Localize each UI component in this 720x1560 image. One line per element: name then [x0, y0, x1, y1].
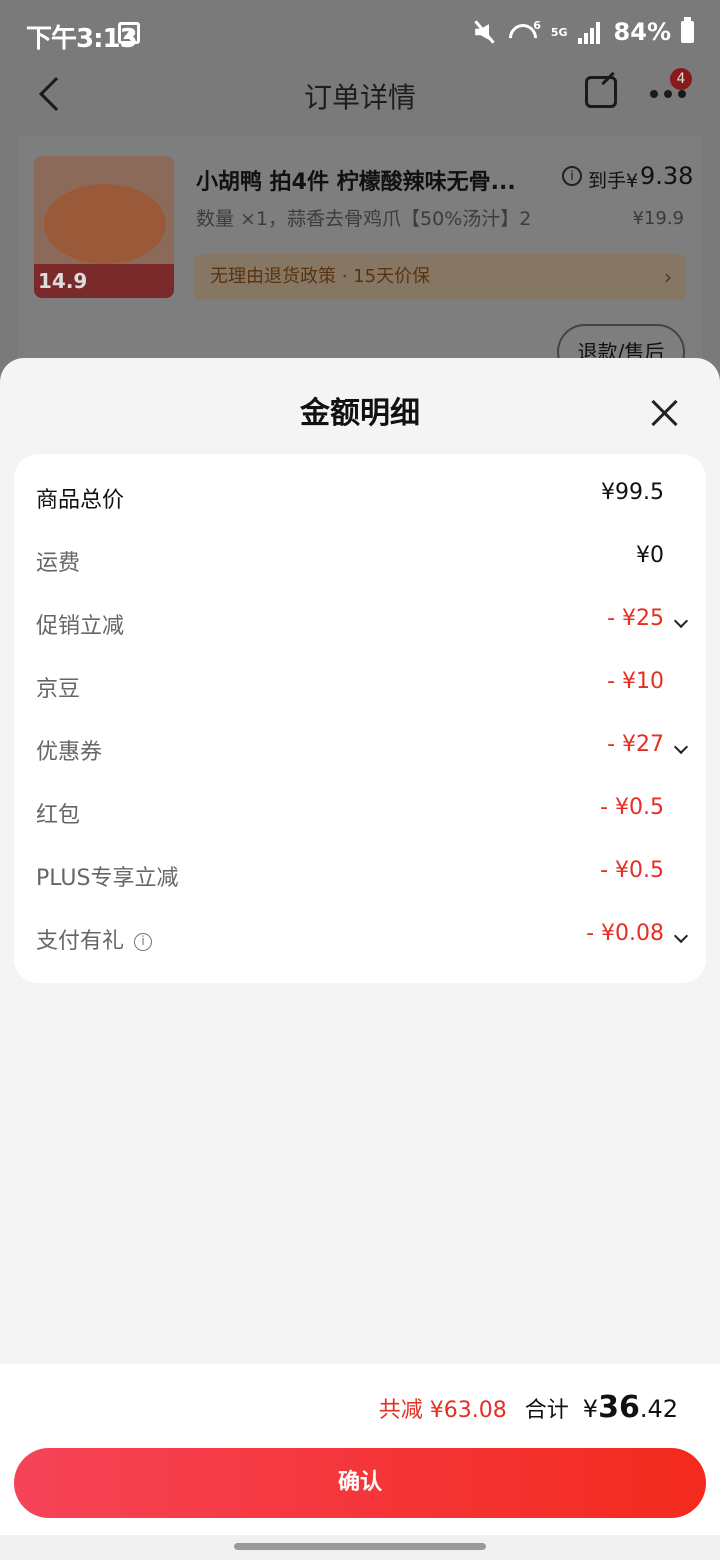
detail-row-payment-gift[interactable]: 支付有礼 i - ¥0.08	[14, 909, 706, 972]
gesture-handle[interactable]	[234, 1543, 486, 1550]
sheet-title: 金额明细	[300, 396, 420, 431]
total-label: 合计	[524, 1398, 569, 1423]
detail-label: 支付有礼	[36, 929, 125, 954]
status-bar: 下午3:13 6 5G 84%	[0, 0, 720, 62]
detail-row-jingdou: 京豆 - ¥10	[14, 657, 706, 720]
signal-icon	[577, 20, 604, 44]
detail-value: - ¥0.5	[600, 858, 664, 883]
product-name[interactable]: 小胡鸭 拍4件 柠檬酸辣味无骨...	[196, 164, 526, 196]
chevron-down-icon[interactable]	[673, 928, 689, 944]
wifi-icon	[507, 20, 533, 44]
share-icon[interactable]	[585, 76, 617, 108]
detail-value: ¥99.5	[601, 480, 664, 505]
detail-value: - ¥0.5	[600, 795, 664, 820]
chevron-down-icon[interactable]	[673, 613, 689, 629]
detail-value: - ¥10	[607, 669, 664, 694]
info-icon[interactable]: i	[562, 166, 582, 186]
detail-card: 商品总价 ¥99.5 运费 ¥0 促销立减 - ¥25 京豆 - ¥10 优惠券…	[14, 454, 706, 983]
detail-label: 京豆	[36, 677, 81, 702]
policy-bar[interactable]: 无理由退货政策 · 15天价保 ›	[194, 254, 686, 300]
battery-percent: 84%	[613, 18, 671, 46]
more-icon[interactable]	[650, 90, 686, 100]
product-price: 9.38	[640, 162, 694, 190]
detail-value: ¥0	[636, 543, 664, 568]
policy-text: 无理由退货政策 · 15天价保	[210, 266, 431, 287]
detail-row-goods-total: 商品总价 ¥99.5	[14, 468, 706, 531]
chevron-down-icon[interactable]	[673, 739, 689, 755]
summary: 共减 ¥63.08 合计 ¥36.42	[379, 1390, 678, 1425]
chevron-right-icon: ›	[664, 265, 672, 289]
sheet-header: 金额明细	[0, 358, 720, 454]
mute-icon	[471, 20, 497, 44]
image-icon	[118, 22, 140, 44]
total-amount: ¥36.42	[583, 1390, 678, 1425]
detail-row-shipping: 运费 ¥0	[14, 531, 706, 594]
detail-label: 运费	[36, 551, 81, 576]
detail-row-coupon[interactable]: 优惠券 - ¥27	[14, 720, 706, 783]
detail-label: 优惠券	[36, 740, 103, 765]
detail-label: 商品总价	[36, 488, 125, 513]
product-price-label: 到手¥	[588, 170, 639, 192]
detail-value: - ¥27	[607, 732, 664, 757]
detail-label: 红包	[36, 803, 81, 828]
order-card: 14.9 小胡鸭 拍4件 柠檬酸辣味无骨... 数量 ×1，蒜香去骨鸡爪【50%…	[18, 136, 702, 380]
close-icon[interactable]	[650, 398, 680, 428]
total-int: 36	[598, 1390, 640, 1425]
detail-label: PLUS专享立减	[36, 866, 179, 891]
detail-label-wrap: 支付有礼 i	[36, 923, 153, 955]
detail-label: 促销立减	[36, 614, 125, 639]
detail-row-promotion[interactable]: 促销立减 - ¥25	[14, 594, 706, 657]
confirm-button[interactable]: 确认	[14, 1448, 706, 1518]
product-original-price: ¥19.9	[632, 208, 684, 229]
discount-total: 共减 ¥63.08	[378, 1398, 507, 1423]
product-image-bowl	[44, 184, 166, 264]
nav-bar: 订单详情 4	[0, 62, 720, 136]
product-image-price-tag: 14.9	[34, 264, 174, 298]
product-image[interactable]: 14.9	[34, 156, 174, 298]
status-indicators: 6 5G 84%	[471, 17, 694, 46]
detail-value: - ¥25	[607, 606, 664, 631]
amount-detail-sheet: 金额明细 商品总价 ¥99.5 运费 ¥0 促销立减 - ¥25 京豆 - ¥1…	[0, 358, 720, 1535]
gesture-bar	[0, 1535, 720, 1560]
notification-badge: 4	[670, 68, 692, 90]
detail-value: - ¥0.08	[586, 921, 664, 946]
total-yen: ¥	[582, 1395, 599, 1423]
info-icon[interactable]: i	[134, 933, 153, 951]
total-dec: .42	[639, 1395, 678, 1423]
detail-row-red-packet: 红包 - ¥0.5	[14, 783, 706, 846]
sheet-footer: 共减 ¥63.08 合计 ¥36.42 确认	[0, 1364, 720, 1535]
detail-row-plus: PLUS专享立减 - ¥0.5	[14, 846, 706, 909]
product-spec: 数量 ×1，蒜香去骨鸡爪【50%汤汁】2	[196, 208, 532, 230]
battery-icon	[681, 17, 694, 43]
network-label: 5G	[550, 25, 568, 39]
